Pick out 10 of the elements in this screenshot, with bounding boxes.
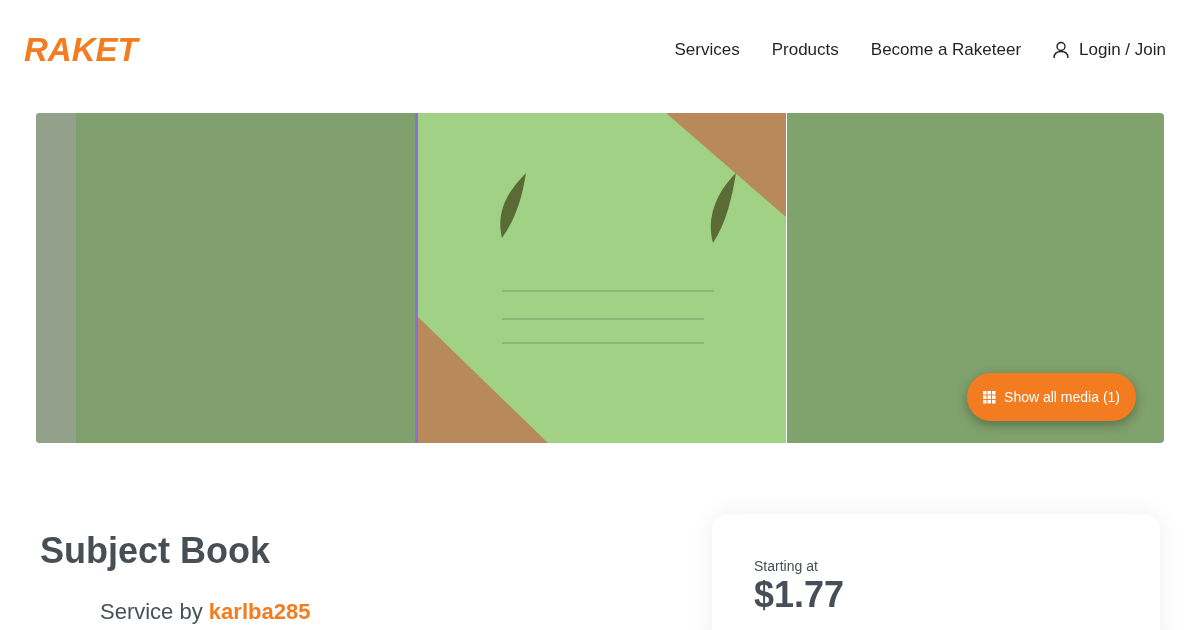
price: $1.77: [754, 574, 846, 616]
nav-link[interactable]: Become a Raketeer: [870, 40, 1022, 60]
service-by-line: Service by karlba285: [100, 600, 311, 625]
nav-link[interactable]: Products: [771, 40, 839, 60]
service-title: Subject Book: [40, 530, 272, 572]
grid-icon: [983, 390, 997, 404]
login-link[interactable]: Login / Join: [1053, 40, 1166, 60]
user-icon: [1053, 41, 1070, 59]
starting-at-label: Starting at: [754, 558, 819, 574]
nav-link[interactable]: Services: [674, 40, 740, 60]
